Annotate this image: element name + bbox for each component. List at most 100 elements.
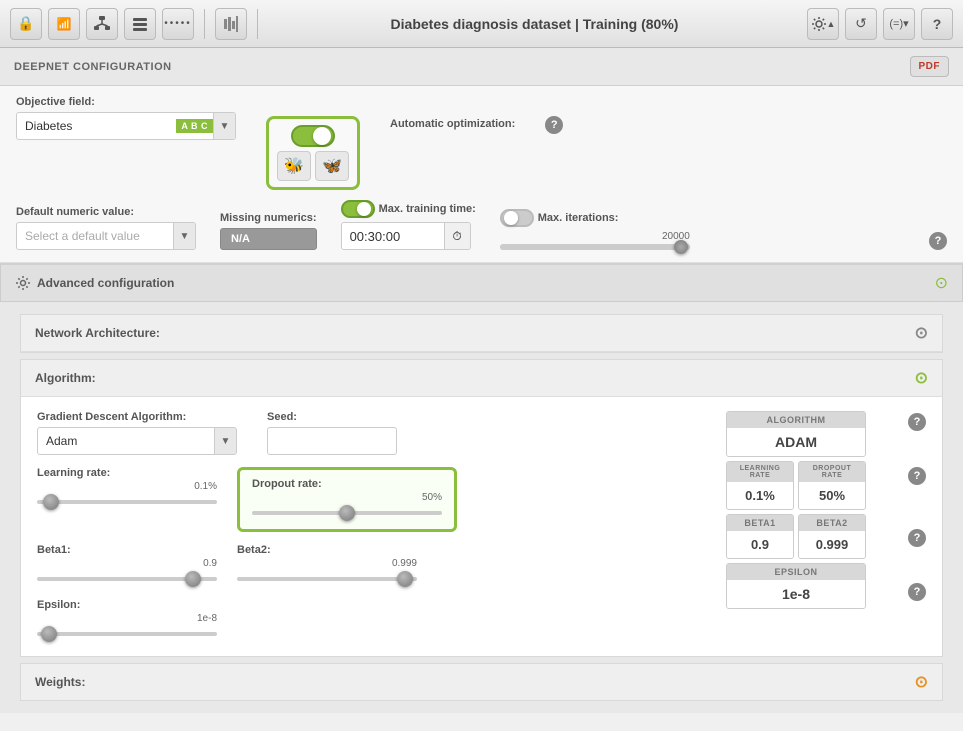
refresh-icon[interactable]: ↺ — [845, 8, 877, 40]
beta1-card-value: 0.9 — [727, 531, 793, 558]
epsilon-label: Epsilon: — [37, 599, 710, 611]
algo-controls: Gradient Descent Algorithm: Adam ▼ Seed: — [37, 411, 710, 642]
network-arch-label: Network Architecture: — [35, 326, 160, 340]
epsilon-card: EPSILON 1e-8 — [726, 563, 866, 609]
dots-icon[interactable]: ••••• — [162, 8, 194, 40]
network-icon[interactable] — [86, 8, 118, 40]
help-epsilon[interactable]: ? — [908, 583, 926, 601]
objective-selector[interactable]: Diabetes A B C ▼ — [16, 112, 236, 140]
main-content: DEEPNET CONFIGURATION PDF Objective fiel… — [0, 48, 963, 731]
beta1-group: Beta1: 0.9 — [37, 544, 217, 587]
dr-card-value: 50% — [799, 482, 865, 509]
weights-expand-icon[interactable]: ⊙ — [915, 672, 928, 692]
help-algorithm[interactable]: ? — [908, 413, 926, 431]
gradient-arrow[interactable]: ▼ — [214, 427, 236, 455]
beta1-slider-thumb[interactable] — [185, 571, 201, 587]
default-numeric-arrow[interactable]: ▼ — [173, 222, 195, 250]
dropout-group: Dropout rate: 50% — [237, 467, 457, 532]
epsilon-slider-thumb[interactable] — [41, 626, 57, 642]
beta1-slider — [37, 571, 217, 587]
algorithm-card-header: ALGORITHM — [727, 412, 865, 428]
missing-label: Missing numerics: — [220, 212, 317, 224]
bars-icon[interactable] — [215, 8, 247, 40]
lock-icon[interactable]: 🔒 — [10, 8, 42, 40]
max-iter-group: Max. iterations: 20000 — [500, 209, 905, 250]
signal-icon[interactable]: 📶 — [48, 8, 80, 40]
objective-dropdown-arrow[interactable]: ▼ — [213, 112, 235, 140]
max-training-toggle[interactable] — [341, 200, 375, 218]
beta1-card-header: BETA1 — [727, 515, 793, 531]
weights-section[interactable]: Weights: ⊙ — [20, 663, 943, 701]
max-training-group: Max. training time: 00:30:00 ⏱ — [341, 200, 476, 250]
max-training-knob — [357, 202, 371, 216]
adv-collapse-icon[interactable]: ⊙ — [935, 273, 948, 293]
beta-row: Beta1: 0.9 Beta2: 0.999 — [37, 544, 710, 587]
summary-cards-col: ALGORITHM ADAM LEARNING RATE 0.1% — [726, 411, 904, 609]
lr-card: LEARNING RATE 0.1% — [726, 461, 794, 510]
algorithm-card-value: ADAM — [727, 428, 865, 456]
lr-slider — [37, 494, 217, 510]
seed-group: Seed: — [267, 411, 397, 455]
beta2-label: Beta2: — [237, 544, 417, 556]
toolbar-right: ▲ ↺ (=)▾ ? — [807, 8, 953, 40]
lr-slider-thumb[interactable] — [43, 494, 59, 510]
objective-row: Objective field: Diabetes A B C ▼ 🐝 🦋 Au… — [0, 86, 963, 196]
beta2-group: Beta2: 0.999 — [237, 544, 417, 587]
help-lr-dropout[interactable]: ? — [908, 467, 926, 485]
beta2-slider-thumb[interactable] — [397, 571, 413, 587]
adv-config-label: Advanced configuration — [15, 275, 174, 291]
algorithm-collapse-icon[interactable]: ⊙ — [915, 368, 928, 388]
missing-numerics-group: Missing numerics: N/A — [220, 212, 317, 250]
default-numeric-select[interactable]: Select a default value ▼ — [16, 222, 196, 250]
opt-icon-1[interactable]: 🐝 — [277, 151, 311, 181]
beta2-slider — [237, 571, 417, 587]
network-arch-collapse-icon[interactable]: ⊙ — [915, 323, 928, 343]
advanced-body: Network Architecture: ⊙ Algorithm: ⊙ Gra… — [0, 302, 963, 713]
time-clock-btn[interactable]: ⏱ — [444, 222, 470, 250]
deepnet-section-header: DEEPNET CONFIGURATION PDF — [0, 48, 963, 86]
network-arch-header[interactable]: Network Architecture: ⊙ — [21, 315, 942, 352]
beta2-card: BETA2 0.999 — [798, 514, 866, 559]
network-arch-section: Network Architecture: ⊙ — [20, 314, 943, 353]
gradient-seed-row: Gradient Descent Algorithm: Adam ▼ Seed: — [37, 411, 710, 455]
layers-icon[interactable] — [124, 8, 156, 40]
objective-value: Diabetes — [17, 119, 176, 133]
seed-label: Seed: — [267, 411, 397, 423]
gradient-select[interactable]: Adam ▼ — [37, 427, 237, 455]
algorithm-section: Algorithm: ⊙ Gradient Descent Algorithm:… — [20, 359, 943, 657]
gradient-value: Adam — [38, 434, 214, 448]
help-numeric[interactable]: ? — [929, 232, 947, 250]
dropout-label: Dropout rate: — [252, 478, 442, 490]
dropout-slider-thumb[interactable] — [339, 505, 355, 521]
help-beta[interactable]: ? — [908, 529, 926, 547]
epsilon-card-value: 1e-8 — [727, 580, 865, 608]
max-iter-slider-thumb[interactable] — [674, 240, 688, 254]
auto-opt-label: Automatic optimization: — [390, 118, 515, 130]
advanced-config-header[interactable]: Advanced configuration ⊙ — [0, 263, 963, 302]
default-numeric-placeholder: Select a default value — [17, 229, 173, 243]
dr-card-header: DROPOUT RATE — [799, 462, 865, 482]
default-numeric-group: Default numeric value: Select a default … — [16, 206, 196, 250]
settings-icon[interactable]: ▲ — [807, 8, 839, 40]
seed-input[interactable] — [267, 427, 397, 455]
lr-label: Learning rate: — [37, 467, 217, 479]
help-column: ? ? ? ? — [908, 411, 926, 601]
weights-label: Weights: — [35, 675, 85, 689]
opt-icon-2[interactable]: 🦋 — [315, 151, 349, 181]
max-iter-toggle[interactable] — [500, 209, 534, 227]
beta1-card: BETA1 0.9 — [726, 514, 794, 559]
objective-group: Objective field: Diabetes A B C ▼ — [16, 96, 236, 140]
pdf-button[interactable]: PDF — [910, 56, 950, 77]
algorithm-header[interactable]: Algorithm: ⊙ — [21, 360, 942, 397]
time-input[interactable]: 00:30:00 ⏱ — [341, 222, 471, 250]
toggle-knob — [313, 127, 331, 145]
dropout-value: 50% — [252, 492, 442, 503]
help-icon[interactable]: ? — [921, 8, 953, 40]
help-auto-opt[interactable]: ? — [545, 116, 563, 134]
toolbar: 🔒 📶 ••••• Diabetes diagnosis dataset | T… — [0, 0, 963, 48]
algorithm-body: Gradient Descent Algorithm: Adam ▼ Seed: — [21, 397, 942, 656]
epsilon-value: 1e-8 — [37, 613, 217, 624]
auto-opt-toggle[interactable] — [291, 125, 335, 147]
formula-icon[interactable]: (=)▾ — [883, 8, 915, 40]
max-iter-value: 20000 — [500, 231, 690, 242]
